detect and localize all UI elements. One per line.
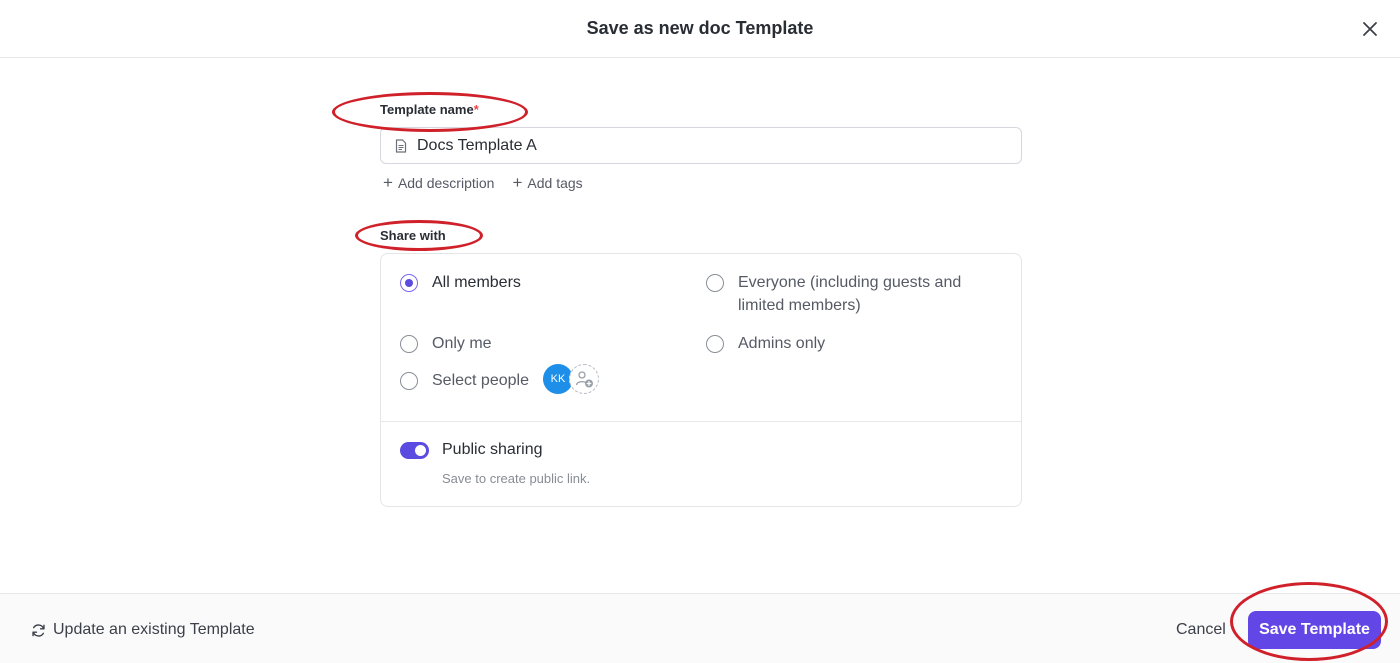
share-options-panel: All members Everyone (including guests a… xyxy=(380,253,1022,507)
modal-footer: Update an existing Template Cancel Save … xyxy=(0,593,1400,663)
add-description-label: Add description xyxy=(397,174,495,191)
required-mark: * xyxy=(473,102,479,117)
option-admins-only[interactable]: Admins only xyxy=(706,335,825,355)
refresh-icon xyxy=(32,623,45,637)
close-icon xyxy=(1363,22,1377,36)
select-people-label: Select people xyxy=(432,372,529,389)
save-template-button[interactable]: Save Template xyxy=(1248,611,1381,649)
admins-only-radio[interactable] xyxy=(706,335,724,353)
plus-icon: + xyxy=(383,173,393,192)
add-tags-link[interactable]: + Add tags xyxy=(512,174,582,191)
only-me-label: Only me xyxy=(432,335,492,352)
divider xyxy=(381,421,1021,422)
share-with-label: Share with xyxy=(380,228,446,243)
add-links: + Add description + Add tags xyxy=(383,174,583,191)
public-sharing-label: Public sharing xyxy=(442,441,543,458)
add-person-icon xyxy=(575,371,593,388)
modal-title: Save as new doc Template xyxy=(586,18,814,38)
update-existing-template-link[interactable]: Update an existing Template xyxy=(31,621,255,639)
document-icon xyxy=(395,138,407,153)
option-all-members[interactable]: All members xyxy=(400,274,521,294)
only-me-radio[interactable] xyxy=(400,335,418,353)
update-existing-template-label: Update an existing Template xyxy=(53,621,255,638)
option-select-people[interactable]: Select people xyxy=(400,372,529,392)
modal-header: Save as new doc Template xyxy=(0,0,1400,58)
option-everyone[interactable]: Everyone (including guests and limited m… xyxy=(706,274,996,317)
everyone-label: Everyone (including guests and limited m… xyxy=(738,274,962,314)
everyone-radio[interactable] xyxy=(706,274,724,292)
public-sharing-subtext: Save to create public link. xyxy=(442,471,591,486)
template-name-label: Template name* xyxy=(380,102,479,117)
admins-only-label: Admins only xyxy=(738,335,826,352)
plus-icon: + xyxy=(512,173,523,192)
template-name-input[interactable] xyxy=(417,136,997,155)
all-members-radio[interactable] xyxy=(400,274,418,292)
add-person-button[interactable] xyxy=(569,364,599,394)
cancel-button[interactable]: Cancel xyxy=(1176,621,1226,639)
option-only-me[interactable]: Only me xyxy=(400,335,492,355)
save-template-modal: Save as new doc Template Template name* … xyxy=(0,0,1400,663)
public-sharing-toggle[interactable] xyxy=(400,442,429,459)
add-tags-label: Add tags xyxy=(527,174,583,191)
template-name-field[interactable] xyxy=(380,127,1022,164)
all-members-label: All members xyxy=(432,274,521,291)
select-people-radio[interactable] xyxy=(400,372,418,390)
close-button[interactable] xyxy=(1358,17,1382,41)
add-description-link[interactable]: + Add description xyxy=(383,174,494,191)
